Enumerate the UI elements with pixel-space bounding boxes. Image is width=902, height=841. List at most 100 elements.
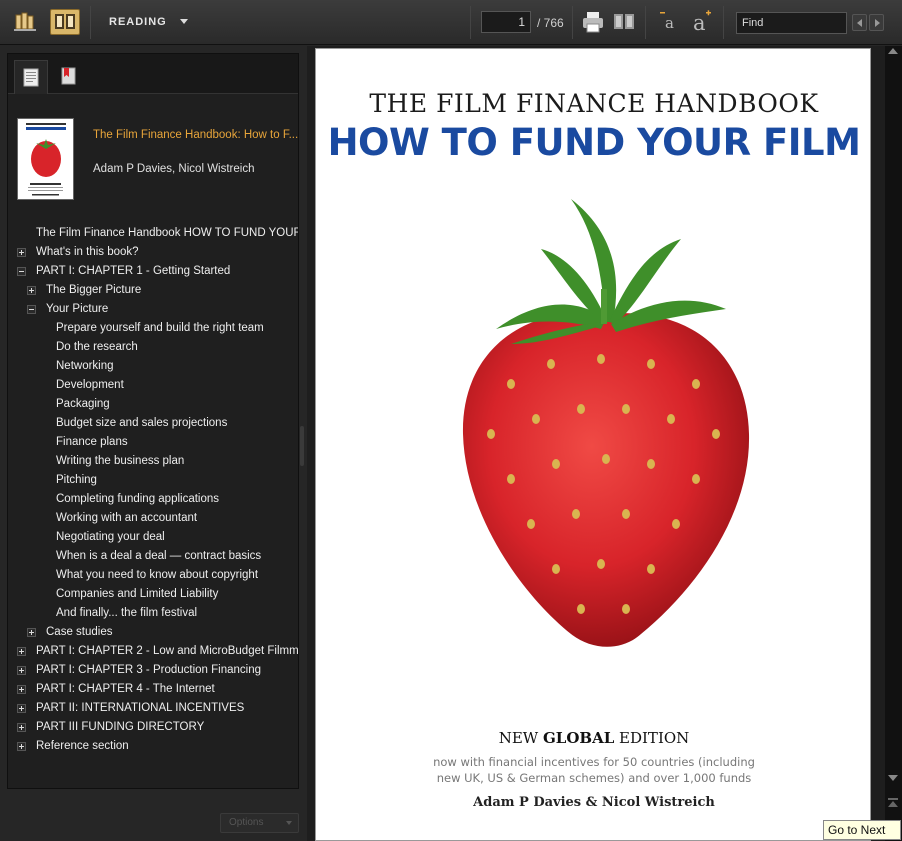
expand-icon[interactable] xyxy=(17,685,26,694)
toc-item-label: Your Picture xyxy=(46,303,109,315)
page-edition: NEW GLOBAL EDITION xyxy=(316,729,870,747)
toc-item[interactable]: Negotiating your deal xyxy=(8,528,298,547)
toc-item-label: Completing funding applications xyxy=(56,493,220,505)
toc-item-label: Networking xyxy=(56,360,114,372)
toc-item[interactable]: PART II: INTERNATIONAL INCENTIVES xyxy=(8,699,298,718)
toc-item[interactable]: PART I: CHAPTER 1 - Getting Started xyxy=(8,262,298,281)
toc-item[interactable]: Working with an accountant xyxy=(8,509,298,528)
toc-item[interactable]: Prepare yourself and build the right tea… xyxy=(8,319,298,338)
book-title[interactable]: The Film Finance Handbook: How to F... xyxy=(93,129,298,141)
toc-item[interactable]: The Bigger Picture xyxy=(8,281,298,300)
toc-item-label: The Film Finance Handbook HOW TO FUND YO… xyxy=(36,227,298,239)
toc-item[interactable]: PART I: CHAPTER 2 - Low and MicroBudget … xyxy=(8,642,298,661)
print-button[interactable] xyxy=(580,9,606,35)
find-input[interactable]: Find xyxy=(736,12,847,34)
expand-icon[interactable] xyxy=(17,704,26,713)
toc-item[interactable]: What's in this book? xyxy=(8,243,298,262)
toc-item-label: The Bigger Picture xyxy=(46,284,142,296)
collapse-icon[interactable] xyxy=(27,305,36,314)
toc-item-label: What's in this book? xyxy=(36,246,139,258)
toolbar: READING 1 / 766 a a Find xyxy=(0,0,902,45)
sidebar: The Film Finance Handbook: How to F... A… xyxy=(7,53,299,789)
edition-text-pre: NEW xyxy=(498,729,543,747)
page-number-input[interactable]: 1 xyxy=(481,11,531,33)
library-icon xyxy=(14,12,36,31)
collapse-icon[interactable] xyxy=(17,267,26,276)
toc-item[interactable]: Your Picture xyxy=(8,300,298,319)
edition-text-bold: GLOBAL xyxy=(542,729,615,747)
toc-item-label: When is a deal a deal — contract basics xyxy=(56,550,262,562)
find-next-icon[interactable] xyxy=(869,14,884,31)
toc-item[interactable]: Writing the business plan xyxy=(8,452,298,471)
toc-item[interactable]: Reference section xyxy=(8,737,298,756)
expand-icon[interactable] xyxy=(17,248,26,257)
page-total: / 766 xyxy=(537,16,564,30)
page-authors: Adam P Davies & Nicol Wistreich xyxy=(473,795,715,810)
scroll-down-icon[interactable] xyxy=(888,775,898,781)
toc-item[interactable]: The Film Finance Handbook HOW TO FUND YO… xyxy=(8,224,298,243)
toc-tab-icon xyxy=(23,68,39,87)
strawberry-image xyxy=(462,199,750,647)
toc-item[interactable]: Case studies xyxy=(8,623,298,642)
book-page: THE FILM FINANCE HANDBOOK HOW TO FUND YO… xyxy=(315,48,871,841)
expand-icon[interactable] xyxy=(17,647,26,656)
toc-item[interactable]: Do the research xyxy=(8,338,298,357)
page-subtitle: HOW TO FUND YOUR FILM xyxy=(327,121,861,164)
toc-item[interactable]: Completing funding applications xyxy=(8,490,298,509)
edition-text-post: EDITION xyxy=(614,729,690,747)
toc-item-label: Negotiating your deal xyxy=(56,531,165,543)
toc-item[interactable]: PART I: CHAPTER 3 - Production Financing xyxy=(8,661,298,680)
svg-text:a: a xyxy=(665,14,674,32)
toolbar-divider xyxy=(572,6,573,39)
reader-window: READING 1 / 766 a a Find The Film Financ… xyxy=(0,0,902,841)
tab-table-of-contents[interactable] xyxy=(14,60,48,94)
toc-item[interactable]: Companies and Limited Liability xyxy=(8,585,298,604)
toc-item[interactable]: What you need to know about copyright xyxy=(8,566,298,585)
view-mode-label[interactable]: READING xyxy=(109,16,167,28)
toc-item[interactable]: When is a deal a deal — contract basics xyxy=(8,547,298,566)
toc-item[interactable]: Pitching xyxy=(8,471,298,490)
toc-item-label: Reference section xyxy=(36,740,129,752)
toc-item[interactable]: Packaging xyxy=(8,395,298,414)
toc-item[interactable]: And finally... the film festival xyxy=(8,604,298,623)
print-icon xyxy=(583,12,603,33)
bookmarks-tab-icon xyxy=(61,67,76,85)
toc-item[interactable]: PART III FUNDING DIRECTORY xyxy=(8,718,298,737)
expand-icon[interactable] xyxy=(17,723,26,732)
two-page-button[interactable] xyxy=(611,9,637,35)
expand-icon[interactable] xyxy=(17,666,26,675)
font-larger-button[interactable]: a xyxy=(688,9,714,35)
tab-bookmarks[interactable] xyxy=(52,60,86,94)
scroll-to-end-icon[interactable] xyxy=(888,798,898,808)
book-cover-thumbnail[interactable] xyxy=(17,118,74,200)
toc-item-label: PART II: INTERNATIONAL INCENTIVES xyxy=(36,702,245,714)
expand-icon[interactable] xyxy=(17,742,26,751)
toc-item-label: PART I: CHAPTER 4 - The Internet xyxy=(36,683,215,695)
toc-item[interactable]: Finance plans xyxy=(8,433,298,452)
expand-icon[interactable] xyxy=(27,628,36,637)
toc-item-label: And finally... the film festival xyxy=(56,607,198,619)
find-prev-icon[interactable] xyxy=(852,14,867,31)
page-blurb: now with financial incentives for 50 cou… xyxy=(316,754,870,786)
sidebar-tabs xyxy=(8,54,298,94)
scroll-up-icon[interactable] xyxy=(888,48,898,54)
toc-item-label: Case studies xyxy=(46,626,113,638)
blurb-line: now with financial incentives for 50 cou… xyxy=(433,755,755,769)
toolbar-divider xyxy=(723,6,724,39)
toc-item-label: PART I: CHAPTER 2 - Low and MicroBudget … xyxy=(36,645,298,657)
toolbar-divider xyxy=(470,6,471,39)
library-button[interactable] xyxy=(10,9,40,35)
expand-icon[interactable] xyxy=(27,286,36,295)
toc-item-label: Budget size and sales projections xyxy=(56,417,228,429)
toc-item[interactable]: PART I: CHAPTER 4 - The Internet xyxy=(8,680,298,699)
font-smaller-button[interactable]: a xyxy=(657,9,683,35)
toc-item[interactable]: Networking xyxy=(8,357,298,376)
options-button[interactable]: Options xyxy=(220,813,299,833)
vertical-scrollbar[interactable] xyxy=(885,46,902,841)
toc-item[interactable]: Development xyxy=(8,376,298,395)
chevron-down-icon[interactable] xyxy=(180,19,188,24)
font-smaller-icon: a xyxy=(660,12,674,32)
reading-view-button[interactable] xyxy=(50,9,80,35)
sidebar-resize-handle[interactable] xyxy=(300,426,304,466)
toc-item[interactable]: Budget size and sales projections xyxy=(8,414,298,433)
